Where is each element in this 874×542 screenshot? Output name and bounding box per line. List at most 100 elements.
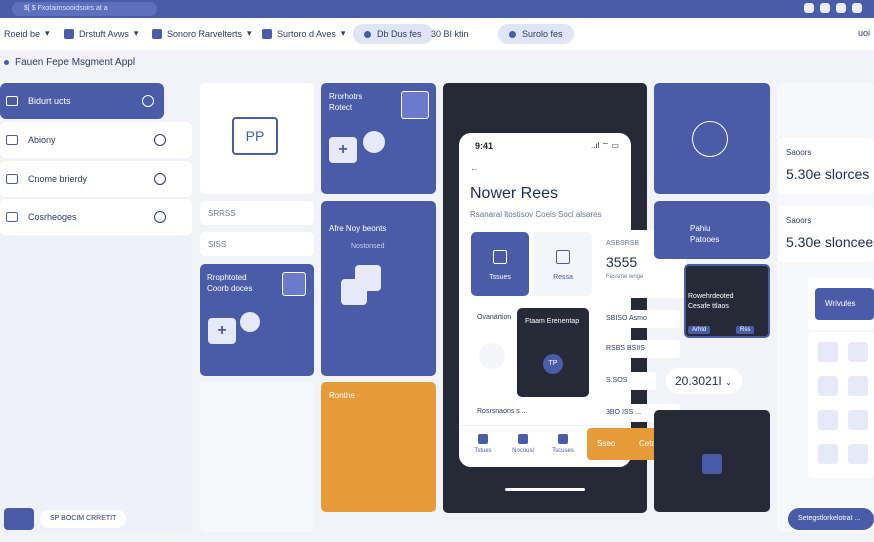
star-icon [401, 91, 429, 119]
network-card[interactable] [654, 83, 770, 194]
tile-issues[interactable]: Tssues [471, 232, 529, 296]
tab-nocousl[interactable]: Nocousl [505, 434, 541, 454]
chevron-down-icon: ▾ [340, 28, 346, 38]
refresh-icon[interactable] [363, 131, 385, 153]
monitor-icon[interactable] [818, 342, 838, 362]
nav-item-4[interactable]: Surtoro d Aves ▾ [262, 28, 345, 39]
refresh-icon[interactable] [479, 343, 505, 369]
pill-label: 30 BI ktin [431, 29, 469, 39]
sidebar-item-4[interactable]: Cosrheoges [0, 199, 192, 235]
tab-label: Nocousl [512, 448, 534, 454]
radio-icon[interactable] [142, 95, 154, 107]
chip[interactable]: S.SOS [596, 372, 656, 390]
nav-pill-2[interactable]: 30 BI ktin [420, 24, 480, 44]
card-title: Afre Noy beonts [329, 224, 387, 233]
sidebar-item-products[interactable]: Bidurt ucts [0, 83, 164, 119]
star-icon [282, 272, 306, 296]
nav-item-1[interactable]: Roeid be ▾ [4, 28, 50, 39]
date-picker[interactable]: 20.3021I ⌄ [666, 368, 742, 394]
nav-label: Sonoro Rarvelterts [167, 28, 243, 39]
chevron-down-icon: ▾ [45, 28, 50, 38]
radio-icon[interactable] [154, 211, 166, 223]
beacons-card[interactable]: Afre Noy beonts Nostonsed [321, 201, 436, 376]
wrivules-button[interactable]: Wrivules [815, 288, 874, 320]
sidebar-item-3[interactable]: Cnome brierdy [0, 161, 192, 197]
radio-icon[interactable] [154, 173, 166, 185]
chip[interactable]: Arhtd [688, 326, 711, 334]
gear-icon[interactable] [804, 3, 814, 13]
date-value: 20.3021I [675, 374, 722, 388]
url-bar[interactable]: $[ $ Fxotaimsooidsoirs at a [12, 2, 157, 16]
chevron-down-icon: ⌄ [725, 378, 732, 387]
nav-pill-3[interactable]: Surolo fes [498, 24, 574, 44]
nav-item-2[interactable]: Drstuft Avws ▾ [64, 28, 138, 39]
dark-card[interactable]: Ftaam Erenentap TP [517, 308, 589, 397]
plus-icon[interactable]: + [329, 137, 357, 163]
stat-card[interactable]: Saoors 5.30e slorces [778, 138, 874, 194]
box-icon [6, 96, 18, 106]
status-time: 9:41 [475, 141, 494, 151]
patterns-card[interactable]: Pahiu Patooes [654, 201, 770, 259]
calendar-icon[interactable] [818, 376, 838, 396]
inbox-icon[interactable] [4, 508, 34, 530]
stat-value: 5.30e slorces [786, 166, 870, 182]
grid-icon[interactable] [818, 444, 838, 464]
image-icon[interactable] [702, 454, 722, 474]
settings-icon[interactable] [836, 3, 846, 13]
protected-card[interactable]: Rrophtoted Coorb doces + [200, 264, 314, 376]
orange-card[interactable]: Ronthe [321, 382, 436, 512]
nav-user[interactable]: uoi [858, 28, 870, 38]
chip[interactable]: SBISO Asmo [596, 310, 680, 328]
stat-card[interactable]: Saoors 5.30e sloncees [778, 206, 874, 262]
table-icon[interactable] [848, 444, 868, 464]
tab-issues[interactable]: Tstues [465, 434, 501, 454]
tile-ressa[interactable]: Ressa [534, 232, 592, 296]
image-icon [6, 212, 18, 222]
chart-icon[interactable] [848, 342, 868, 362]
row-item[interactable]: SRRSS [200, 201, 314, 225]
tab-label: Tscuses [552, 448, 574, 454]
card-subtitle: Nostonsed [351, 243, 385, 250]
dark-panel [654, 410, 770, 512]
bottom-pill[interactable]: Setegstlorkelotrat ... [788, 508, 874, 530]
lock-icon[interactable] [848, 376, 868, 396]
grid-icon[interactable] [820, 3, 830, 13]
sidebar-item-2[interactable]: Abiony [0, 122, 192, 158]
tab-label: Tstues [474, 448, 492, 454]
chip[interactable]: Rss [736, 326, 755, 334]
metric-label: ASBSRSB [606, 240, 640, 247]
row-item[interactable]: SISS [200, 232, 314, 256]
sidebar-footer-button[interactable]: SP BOCIM CRRETIT [40, 510, 127, 528]
list-icon[interactable] [341, 279, 367, 305]
sidebar-label: Cosrheoges [28, 212, 77, 222]
protect-card[interactable]: Rrorhotrs Rotect + [321, 83, 436, 194]
tab-users[interactable]: Tscuses [545, 434, 581, 454]
metric-sub: Fessme wrige [606, 274, 644, 280]
pp-card[interactable]: PP [200, 83, 314, 194]
chip[interactable]: RSBS BSIIS [596, 340, 680, 358]
chip[interactable]: Rosrsnaons s ... [467, 403, 585, 421]
tile-label: Tssues [489, 274, 511, 281]
doc-icon [493, 250, 507, 264]
phone-subtitle: Rsanaral ltostisov Coeis Socl alsares [470, 210, 602, 219]
bar-chart-icon[interactable] [848, 410, 868, 430]
nav-label: Drstuft Avws [79, 28, 129, 39]
plus-icon[interactable]: + [208, 318, 236, 344]
frame-icon[interactable] [818, 410, 838, 430]
home-indicator [505, 488, 585, 491]
page-title: Fauen Fepe Msgment Appl [4, 57, 135, 68]
refresh-icon[interactable] [240, 312, 260, 332]
phone-title: Nower Rees [470, 185, 559, 202]
chart-icon [6, 174, 18, 184]
back-arrow-icon[interactable]: ← [470, 163, 479, 173]
nav-item-3[interactable]: Sonoro Rarvelterts ▾ [152, 28, 252, 39]
list-icon [6, 135, 18, 145]
sidebar-label: Abiony [28, 135, 56, 145]
arrow-icon [478, 434, 488, 444]
radio-icon[interactable] [154, 134, 166, 146]
user-icon[interactable] [852, 3, 862, 13]
folder-icon [262, 28, 272, 39]
stat-value: 5.30e sloncees [786, 234, 874, 250]
sidebar-empty [0, 236, 192, 532]
protected-dark-card[interactable]: Rowehrdeoted Cesafe ttlaos Arhtd Rss [684, 264, 770, 338]
